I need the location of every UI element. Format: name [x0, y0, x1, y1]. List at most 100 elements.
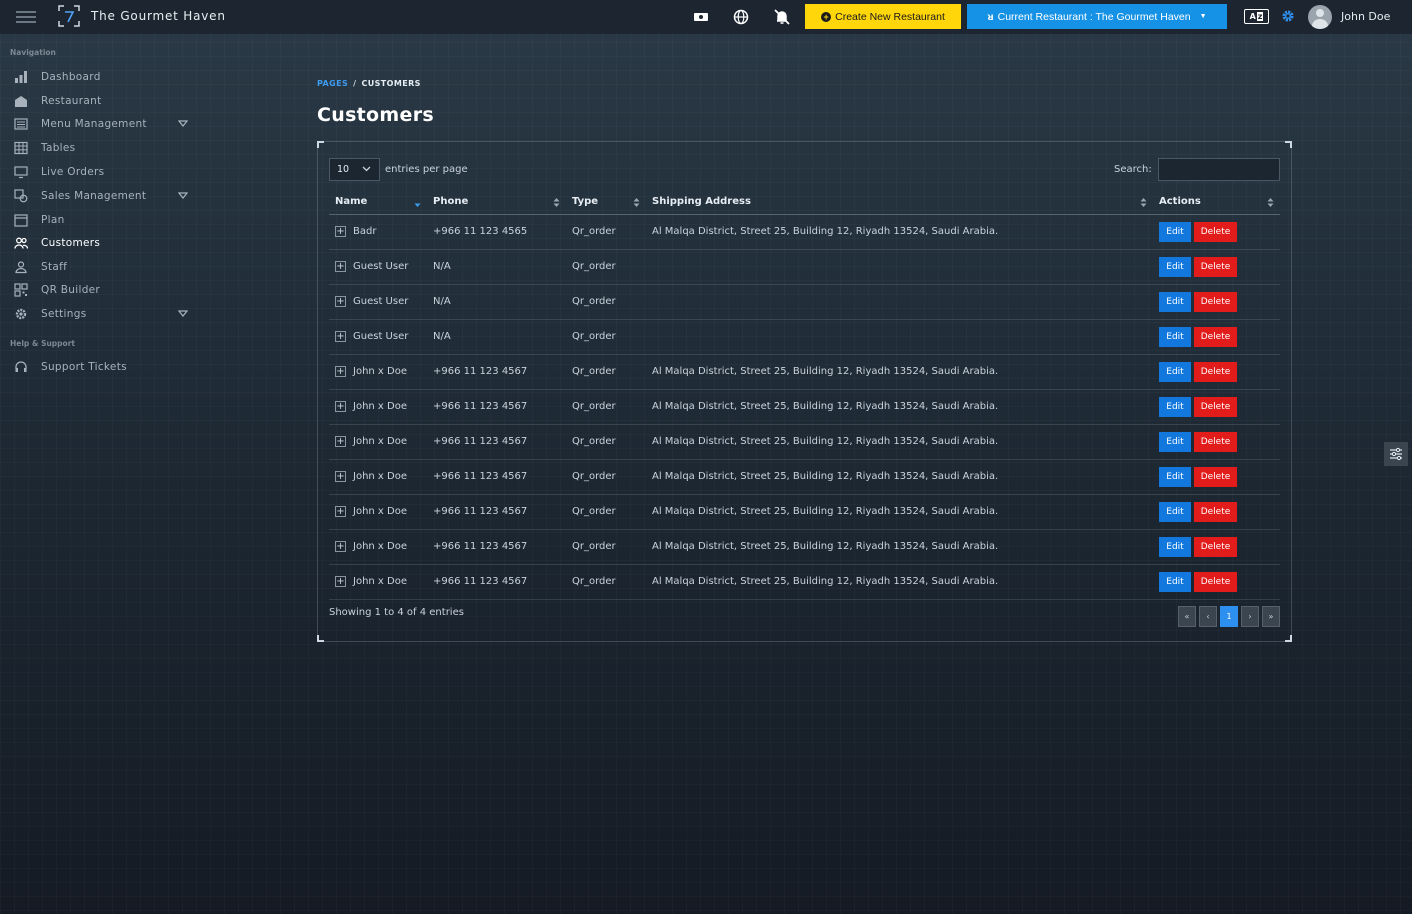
cell-phone: +966 11 123 4567	[427, 389, 566, 425]
globe-icon[interactable]	[732, 8, 750, 26]
column-header-type[interactable]: Type	[566, 190, 646, 215]
sidebar-item-menu-management[interactable]: Menu Management	[10, 114, 192, 134]
pagination-next-button[interactable]: ›	[1241, 606, 1259, 627]
cell-name: + Guest User	[329, 319, 427, 355]
table-row: + John x Doe +966 11 123 4567 Qr_order Al Ma…	[329, 389, 1280, 425]
edit-button[interactable]: Edit	[1159, 256, 1191, 277]
pagination-page-button[interactable]: 1	[1220, 606, 1238, 627]
sidebar-item-live-orders[interactable]: Live Orders	[10, 162, 192, 182]
cell-phone: +966 11 123 4567	[427, 564, 566, 600]
search-input[interactable]	[1158, 158, 1280, 181]
pagination-prev-button[interactable]: ‹	[1199, 606, 1217, 627]
cell-actions: Edit Delete	[1153, 354, 1280, 390]
breadcrumb-pages-link[interactable]: PAGES	[317, 79, 348, 88]
delete-button[interactable]: Delete	[1194, 221, 1237, 242]
cell-name: + John x Doe	[329, 424, 427, 460]
cell-shipping-address: Al Malqa District, Street 25, Building 1…	[646, 529, 1153, 565]
table-row: + John x Doe +966 11 123 4567 Qr_order Al Ma…	[329, 529, 1280, 565]
edit-button[interactable]: Edit	[1159, 361, 1191, 382]
delete-button[interactable]: Delete	[1194, 326, 1237, 347]
delete-button[interactable]: Delete	[1194, 571, 1237, 592]
cell-phone: +966 11 123 4567	[427, 459, 566, 495]
edit-button[interactable]: Edit	[1159, 431, 1191, 452]
sidebar-item-staff[interactable]: Staff	[10, 257, 192, 277]
pagination-first-button[interactable]: «	[1178, 606, 1196, 627]
expand-row-icon[interactable]: +	[335, 366, 346, 377]
sidebar-item-dashboard[interactable]: Dashboard	[10, 67, 192, 87]
customer-name: John x Doe	[353, 506, 407, 517]
edit-button[interactable]: Edit	[1159, 501, 1191, 522]
plus-icon: +	[821, 11, 832, 22]
top-bar: The Gourmet Haven + Create New Restauran…	[0, 0, 1412, 34]
delete-button[interactable]: Delete	[1194, 501, 1237, 522]
customer-name: John x Doe	[353, 576, 407, 587]
delete-button[interactable]: Delete	[1194, 361, 1237, 382]
sidebar-item-label: Tables	[41, 142, 76, 154]
chevron-down-icon	[178, 120, 188, 127]
column-header-actions[interactable]: Actions	[1153, 190, 1280, 215]
sidebar-item-plan[interactable]: Plan	[10, 210, 192, 230]
bell-off-icon[interactable]	[773, 8, 791, 26]
delete-button[interactable]: Delete	[1194, 431, 1237, 452]
expand-row-icon[interactable]: +	[335, 471, 346, 482]
expand-row-icon[interactable]: +	[335, 576, 346, 587]
sidebar-item-customers[interactable]: Customers	[10, 233, 192, 253]
cash-icon[interactable]	[692, 8, 710, 26]
sidebar-item-settings[interactable]: Settings	[10, 304, 192, 324]
delete-button[interactable]: Delete	[1194, 466, 1237, 487]
entries-per-page-select[interactable]: 10	[329, 158, 380, 181]
current-restaurant-dropdown[interactable]: ᴚ Current Restaurant : The Gourmet Haven…	[967, 4, 1227, 29]
edit-button[interactable]: Edit	[1159, 326, 1191, 347]
delete-button[interactable]: Delete	[1194, 291, 1237, 312]
edit-button[interactable]: Edit	[1159, 466, 1191, 487]
expand-row-icon[interactable]: +	[335, 331, 346, 342]
cell-actions: Edit Delete	[1153, 564, 1280, 600]
delete-button[interactable]: Delete	[1194, 396, 1237, 417]
sidebar-item-qr-builder[interactable]: QR Builder	[10, 280, 192, 300]
cell-shipping-address: Al Malqa District, Street 25, Building 1…	[646, 214, 1153, 250]
table-row: + John x Doe +966 11 123 4567 Qr_order Al Ma…	[329, 494, 1280, 530]
cell-name: + John x Doe	[329, 459, 427, 495]
edit-button[interactable]: Edit	[1159, 291, 1191, 312]
column-header-name[interactable]: Name	[329, 190, 427, 215]
column-header-shipping-address[interactable]: Shipping Address	[646, 190, 1153, 215]
sidebar-item-label: Plan	[41, 214, 65, 226]
user-icon	[15, 261, 27, 274]
edit-button[interactable]: Edit	[1159, 571, 1191, 592]
nav-section-title: Navigation	[10, 48, 56, 57]
edit-button[interactable]: Edit	[1159, 396, 1191, 417]
settings-gear-icon[interactable]	[1280, 8, 1296, 24]
create-restaurant-button[interactable]: + Create New Restaurant	[805, 4, 961, 29]
building-icon	[15, 96, 27, 107]
edit-button[interactable]: Edit	[1159, 536, 1191, 557]
caret-down-icon: ▼	[1199, 13, 1207, 20]
sales-icon	[14, 189, 28, 203]
monitor-icon	[14, 166, 28, 179]
pagination-last-button[interactable]: »	[1262, 606, 1280, 627]
cell-type: Qr_order	[566, 389, 646, 425]
edit-button[interactable]: Edit	[1159, 221, 1191, 242]
hamburger-menu-icon[interactable]	[16, 11, 36, 23]
avatar[interactable]	[1308, 5, 1332, 29]
expand-row-icon[interactable]: +	[335, 506, 346, 517]
expand-row-icon[interactable]: +	[335, 226, 346, 237]
customizer-sliders-icon[interactable]	[1384, 442, 1408, 466]
column-header-phone[interactable]: Phone	[427, 190, 566, 215]
headset-icon	[15, 361, 27, 372]
sidebar-item-sales-management[interactable]: Sales Management	[10, 186, 192, 206]
expand-row-icon[interactable]: +	[335, 296, 346, 307]
cell-actions: Edit Delete	[1153, 214, 1280, 250]
delete-button[interactable]: Delete	[1194, 536, 1237, 557]
sidebar-item-label: Staff	[41, 261, 68, 273]
sidebar-item-tables[interactable]: Tables	[10, 138, 192, 158]
expand-row-icon[interactable]: +	[335, 436, 346, 447]
pagination: « ‹ 1 › »	[1178, 606, 1280, 627]
expand-row-icon[interactable]: +	[335, 401, 346, 412]
sidebar-item-restaurant[interactable]: Restaurant	[10, 91, 192, 111]
expand-row-icon[interactable]: +	[335, 541, 346, 552]
sidebar-item-support-tickets[interactable]: Support Tickets	[10, 357, 192, 377]
language-az-icon[interactable]: Az	[1244, 9, 1269, 24]
user-name[interactable]: John Doe	[1341, 10, 1390, 23]
expand-row-icon[interactable]: +	[335, 261, 346, 272]
delete-button[interactable]: Delete	[1194, 256, 1237, 277]
